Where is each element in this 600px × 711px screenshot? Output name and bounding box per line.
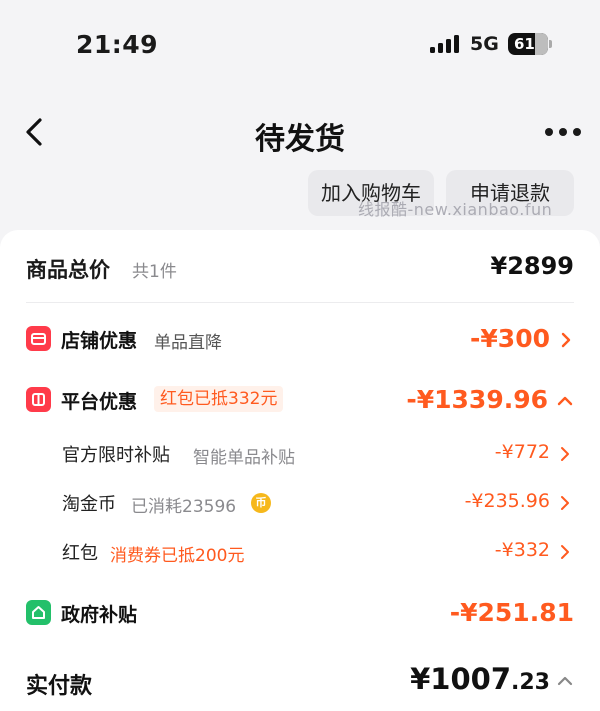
subsidy-desc: 智能单品补贴 xyxy=(193,448,295,468)
chevron-right-icon xyxy=(561,447,569,461)
price-summary-card: 商品总价 共1件 ¥2899 店铺优惠 单品直降 -¥300 平台优惠 红包已抵… xyxy=(0,230,600,711)
chevron-up-icon[interactable] xyxy=(556,674,574,686)
total-label: 商品总价 xyxy=(26,258,110,282)
paid-amount: ¥1007.23 xyxy=(410,662,550,696)
more-icon[interactable] xyxy=(542,122,582,142)
list-item-redpacket[interactable]: 红包 消费券已抵200元 -¥332 xyxy=(0,537,600,567)
status-bar: 21:49 5G 61 xyxy=(0,0,600,90)
paid-row[interactable]: 实付款 ¥1007.23 xyxy=(0,658,600,706)
refund-button[interactable]: 申请退款 xyxy=(446,170,574,216)
list-item-taojinbi[interactable]: 淘金币 已消耗23596 币 -¥235.96 xyxy=(0,488,600,518)
store-discount-row[interactable]: 店铺优惠 单品直降 -¥300 xyxy=(0,320,600,360)
gov-subsidy-icon xyxy=(26,600,51,625)
signal-icon xyxy=(430,35,462,53)
store-discount-desc: 单品直降 xyxy=(154,333,222,353)
battery-icon: 61 xyxy=(508,33,552,55)
chevron-right-icon xyxy=(561,496,569,510)
taojinbi-desc: 已消耗23596 xyxy=(131,497,237,517)
nav-bar: 待发货 xyxy=(0,100,600,170)
store-discount-amount: -¥300 xyxy=(470,324,550,353)
chevron-up-icon xyxy=(557,396,573,406)
divider xyxy=(26,302,574,303)
chevron-right-icon xyxy=(561,332,571,348)
gov-subsidy-row: 政府补贴 -¥251.81 xyxy=(0,594,600,634)
total-price: ¥2899 xyxy=(490,252,575,280)
subsidy-label: 官方限时补贴 xyxy=(62,445,170,466)
coin-icon: 币 xyxy=(251,493,271,513)
battery-level: 61 xyxy=(514,35,535,53)
subsidy-amount: -¥772 xyxy=(494,441,550,463)
paid-amount-int: ¥1007 xyxy=(410,662,512,696)
paid-label: 实付款 xyxy=(26,674,93,699)
platform-discount-label: 平台优惠 xyxy=(61,391,138,413)
platform-discount-amount: -¥1339.96 xyxy=(406,385,548,414)
redpacket-tag: 红包已抵332元 xyxy=(154,386,284,412)
redpacket-label: 红包 xyxy=(62,543,98,564)
store-icon xyxy=(26,326,51,351)
network-type: 5G xyxy=(470,33,499,55)
status-time: 21:49 xyxy=(76,30,159,59)
platform-icon xyxy=(26,387,51,412)
redpacket-amount: -¥332 xyxy=(494,539,550,561)
add-to-cart-button[interactable]: 加入购物车 xyxy=(308,170,434,216)
taojinbi-label: 淘金币 xyxy=(62,494,116,515)
total-count: 共1件 xyxy=(132,262,177,282)
gov-subsidy-amount: -¥251.81 xyxy=(449,598,574,627)
list-item-official-subsidy[interactable]: 官方限时补贴 智能单品补贴 -¥772 xyxy=(0,439,600,469)
platform-discount-row[interactable]: 平台优惠 红包已抵332元 -¥1339.96 xyxy=(0,382,600,422)
gov-subsidy-label: 政府补贴 xyxy=(61,604,138,626)
page-title: 待发货 xyxy=(255,122,345,157)
store-discount-label: 店铺优惠 xyxy=(61,330,138,352)
chevron-right-icon xyxy=(561,545,569,559)
taojinbi-amount: -¥235.96 xyxy=(464,490,550,512)
paid-amount-dec: .23 xyxy=(511,670,550,695)
redpacket-desc: 消费券已抵200元 xyxy=(110,546,245,566)
